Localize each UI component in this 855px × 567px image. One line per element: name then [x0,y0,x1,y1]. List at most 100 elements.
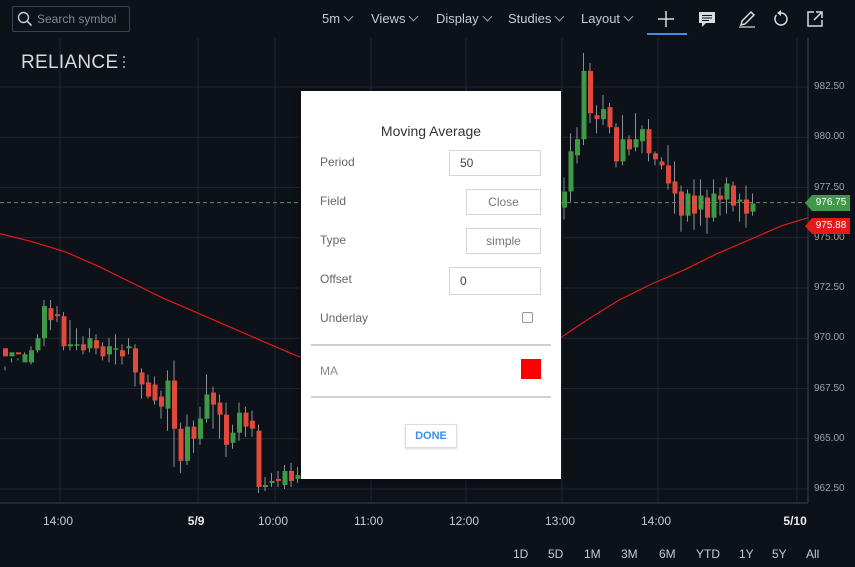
info-icon[interactable] [697,9,717,29]
candle-body [29,350,34,363]
ma-color-swatch[interactable] [521,359,541,379]
studies-label: Studies [508,11,552,26]
interval-label: 5m [322,11,341,26]
studies-menu[interactable]: Studies [508,11,565,26]
display-menu[interactable]: Display [436,11,493,26]
range-button-5y[interactable]: 5Y [772,547,787,561]
candle [224,402,229,457]
candle-body [737,199,743,202]
range-button-3m[interactable]: 3M [621,547,638,561]
x-tick-label: 14:00 [43,514,74,528]
candle-body [191,426,197,439]
range-button-1m[interactable]: 1M [584,547,601,561]
candle [672,161,678,214]
candle-body [204,394,210,419]
candle-body [243,412,249,427]
candle [237,402,242,441]
candle-body [185,426,190,461]
candle [568,133,574,202]
candle-body [87,338,93,349]
candle [204,374,210,423]
candle [737,193,743,222]
share-icon[interactable] [805,9,825,29]
search-input[interactable] [37,10,127,28]
range-button-ytd[interactable]: YTD [696,547,720,561]
y-tick-label: 970.00 [814,332,845,344]
search-box[interactable] [12,6,130,32]
candle [269,472,275,487]
candle [750,193,756,216]
underlay-checkbox[interactable] [522,312,533,323]
layout-menu[interactable]: Layout [581,11,634,26]
candle-body [81,344,86,351]
candle [22,352,28,363]
candle-body [230,432,236,443]
candle-body [646,129,652,154]
offset-input[interactable] [449,267,541,295]
candle [172,360,177,467]
candle-body [575,139,580,156]
candle [159,390,164,419]
y-tick-label: 982.50 [814,81,845,92]
chevron-down-icon [343,11,354,22]
candle [744,185,749,228]
candle-body [263,484,268,487]
candle [185,414,190,465]
candle [711,179,717,222]
y-tick-label: 977.50 [814,181,845,193]
candle [94,334,99,355]
type-select[interactable]: simple [466,228,541,254]
candle [646,119,652,162]
period-input[interactable] [449,150,541,176]
done-button[interactable]: DONE [405,424,457,448]
candle-body [100,346,106,357]
candle-body [22,354,28,363]
candle [588,62,593,124]
dialog-title: Moving Average [380,123,482,139]
chevron-down-icon [482,11,493,22]
candle [666,145,671,190]
views-menu[interactable]: Views [371,11,419,26]
candle [692,179,697,230]
range-button-1y[interactable]: 1Y [739,547,754,561]
candle [614,123,619,168]
crosshair-icon[interactable] [656,9,676,29]
candle-body [679,191,684,216]
search-icon [17,11,33,27]
candle-body [620,139,626,162]
display-label: Display [436,11,479,26]
range-button-all[interactable]: All [806,547,819,561]
candle-body [692,195,697,214]
candle-body [250,420,255,429]
candle [100,342,106,361]
interval-menu[interactable]: 5m [322,11,354,26]
candle-body [48,308,54,321]
candle-body [659,161,665,166]
candle-body [289,470,294,481]
candle-body [139,372,145,385]
candle [178,422,184,473]
candle [107,338,112,363]
candle-body [705,197,710,218]
undo-icon[interactable] [771,9,791,29]
candle-body [744,199,749,214]
candle-body [718,195,723,200]
candle [139,368,145,399]
candle [243,406,249,437]
draw-icon[interactable] [737,9,757,29]
candle-body [107,346,112,355]
range-button-5d[interactable]: 5D [548,547,563,561]
candle [627,135,632,156]
field-select[interactable]: Close [466,189,541,215]
range-button-1d[interactable]: 1D [513,547,528,561]
candle-body [120,350,125,357]
chevron-down-icon [554,11,565,22]
y-tick-label: 972.50 [814,282,845,293]
candle [633,113,639,152]
candle-body [685,193,691,216]
symbol-menu-icon[interactable] [121,56,127,72]
symbol-title: RELIANCE [21,52,119,73]
candle-body [672,181,678,194]
candle [48,300,54,331]
range-button-6m[interactable]: 6M [659,547,676,561]
